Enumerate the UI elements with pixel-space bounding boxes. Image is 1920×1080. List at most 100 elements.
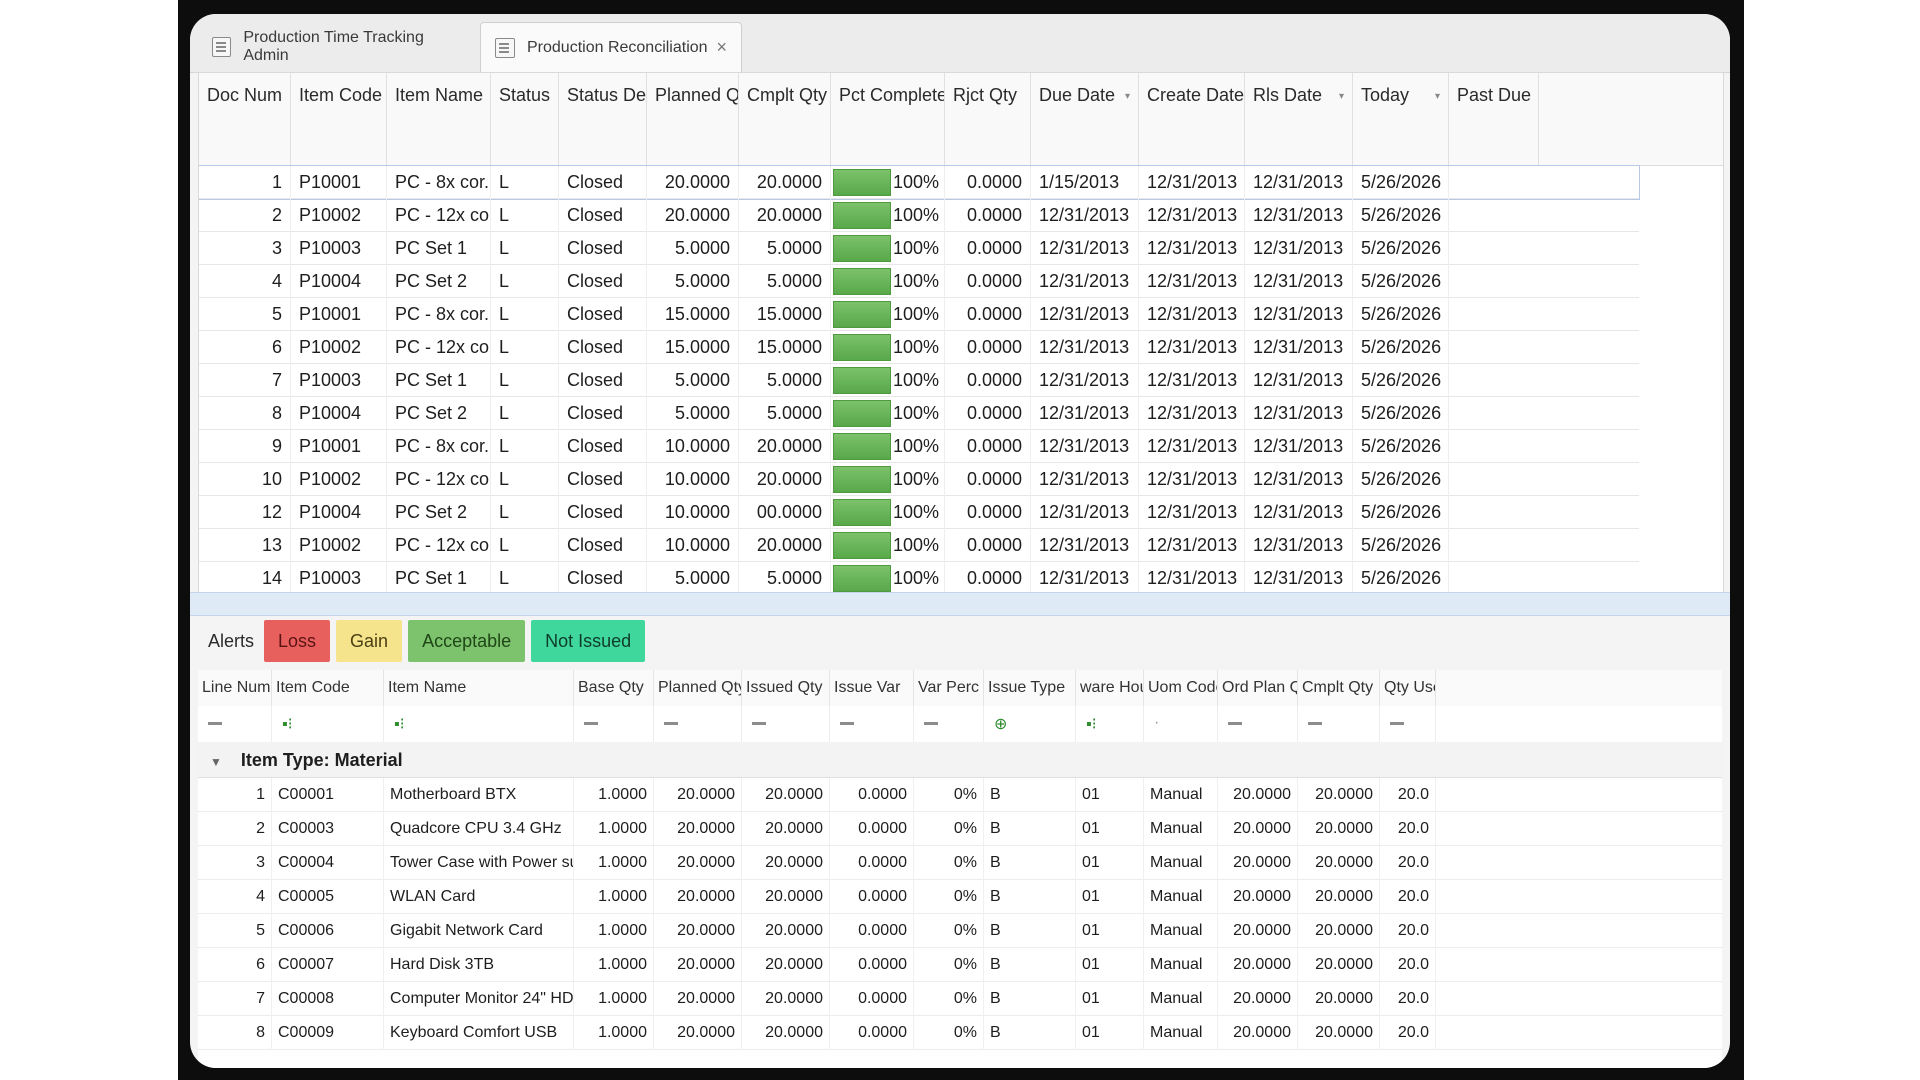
cell-rjct: 0.0000 bbox=[945, 430, 1031, 463]
cell-rls: 12/31/2013 bbox=[1245, 298, 1353, 331]
column-header-item-code[interactable]: Item Code bbox=[291, 73, 387, 165]
table-row[interactable]: 3 P10003 PC Set 1 L Closed 5.0000 5.0000 100% 0.… bbox=[199, 232, 1639, 265]
cell-ordplan: 20.0000 bbox=[1218, 982, 1298, 1016]
table-row[interactable]: 5 C00006 Gigabit Network Card 1.0000 20.0000… bbox=[198, 914, 1722, 948]
splitter[interactable] bbox=[190, 592, 1730, 616]
tab-production-reconciliation[interactable]: Production Reconciliation × bbox=[480, 22, 742, 72]
table-row[interactable]: 9 P10001 PC - 8x cor... L Closed 10.0000 20.00… bbox=[199, 430, 1639, 463]
cell-pct: 100% bbox=[831, 265, 945, 298]
column-header-rjct-qty[interactable]: Rjct Qty bbox=[945, 73, 1031, 165]
table-row[interactable]: 1 C00001 Motherboard BTX 1.0000 20.0000 20.00… bbox=[198, 778, 1722, 812]
column-header-issue-var[interactable]: Issue Var bbox=[830, 670, 914, 706]
table-row[interactable]: 8 P10004 PC Set 2 L Closed 5.0000 5.0000 100% 0.… bbox=[199, 397, 1639, 430]
table-row[interactable]: 3C00004Tower Case with Power supply1.000… bbox=[198, 846, 1722, 880]
table-row[interactable]: 8 C00009 Keyboard Comfort USB 1.0000 20.0000… bbox=[198, 1016, 1722, 1050]
close-icon[interactable]: × bbox=[716, 37, 727, 58]
cell-used: 20.0 bbox=[1380, 914, 1436, 948]
cell-pct: 100% bbox=[831, 529, 945, 562]
filter-cell[interactable] bbox=[1218, 706, 1298, 742]
column-header-ware-house[interactable]: ware House bbox=[1076, 670, 1144, 706]
filter-dash-icon[interactable] bbox=[584, 722, 598, 725]
group-row-item-type[interactable]: ▼ Item Type: Material bbox=[198, 742, 1722, 778]
filter-cell[interactable] bbox=[574, 706, 654, 742]
table-row[interactable]: 6 C00007 Hard Disk 3TB 1.0000 20.0000 20.0000… bbox=[198, 948, 1722, 982]
filter-dash-icon[interactable] bbox=[840, 722, 854, 725]
column-header-status-desc[interactable]: Status Desc bbox=[559, 73, 647, 165]
filter-cell[interactable] bbox=[830, 706, 914, 742]
cell-type: B bbox=[984, 982, 1076, 1016]
column-header-var-perc[interactable]: Var Perc bbox=[914, 670, 984, 706]
table-row[interactable]: 7 P10003 PC Set 1 L Closed 5.0000 5.0000 100% 0.… bbox=[199, 364, 1639, 397]
column-header-cmplt-qty[interactable]: Cmplt Qty bbox=[1298, 670, 1380, 706]
cell-wh: 01 bbox=[1076, 778, 1144, 812]
column-header-today[interactable]: Today ▾ bbox=[1353, 73, 1449, 165]
cell-pct: 100% bbox=[831, 430, 945, 463]
table-row[interactable]: 13P10002PC - 12x co...LClosed10.000020.0… bbox=[199, 529, 1639, 562]
tab-production-time-tracking-admin[interactable]: Production Time Tracking Admin bbox=[198, 22, 478, 72]
column-header-cmplt-qty[interactable]: Cmplt Qty bbox=[739, 73, 831, 165]
column-header-base-qty[interactable]: Base Qty bbox=[574, 670, 654, 706]
filter-text-icon[interactable]: ▪⁝ bbox=[1086, 714, 1097, 734]
column-header-ord-plan-qty[interactable]: Ord Plan Qty bbox=[1218, 670, 1298, 706]
table-row[interactable]: 12 P10004 PC Set 2 L Closed 10.0000 00.0000 100… bbox=[199, 496, 1639, 529]
filter-cell[interactable]: ▪⁝ bbox=[1076, 706, 1144, 742]
column-header-doc-num[interactable]: Doc Num bbox=[199, 73, 291, 165]
filter-dash-icon[interactable] bbox=[208, 722, 222, 725]
table-row[interactable]: 1 P10001 PC - 8x cor... L Closed 20.0000 20.00… bbox=[199, 165, 1640, 200]
cell-cmplt: 20.0000 bbox=[739, 166, 831, 199]
filter-cell[interactable] bbox=[742, 706, 830, 742]
filter-dash-icon[interactable] bbox=[1390, 722, 1404, 725]
filter-cell[interactable] bbox=[1380, 706, 1436, 742]
table-row[interactable]: 7 C00008 Computer Monitor 24" HDMI 1.0000 20… bbox=[198, 982, 1722, 1016]
column-header-item-code[interactable]: Item Code bbox=[272, 670, 384, 706]
table-row[interactable]: 5 P10001 PC - 8x cor... L Closed 15.0000 15.00… bbox=[199, 298, 1639, 331]
filter-equals-icon[interactable]: ⊕ bbox=[994, 714, 1007, 734]
table-row[interactable]: 6P10002PC - 12x co...LClosed15.000015.00… bbox=[199, 331, 1639, 364]
table-row[interactable]: 10P10002PC - 12x co...LClosed10.000020.0… bbox=[199, 463, 1639, 496]
column-header-issued-qty[interactable]: Issued Qty bbox=[742, 670, 830, 706]
column-header-rls-date[interactable]: Rls Date ▾ bbox=[1245, 73, 1353, 165]
filter-dash-icon[interactable] bbox=[1228, 722, 1242, 725]
cell-base: 1.0000 bbox=[574, 1016, 654, 1050]
filter-dash-icon[interactable] bbox=[1308, 722, 1322, 725]
filter-cell[interactable] bbox=[654, 706, 742, 742]
filter-dash-icon[interactable] bbox=[924, 722, 938, 725]
column-header-item-name[interactable]: Item Name bbox=[384, 670, 574, 706]
column-header-item-name[interactable]: Item Name bbox=[387, 73, 491, 165]
column-header-qty-used[interactable]: Qty Used bbox=[1380, 670, 1436, 706]
filter-text-icon[interactable]: ▪⁝ bbox=[282, 714, 293, 734]
column-header-uom-code[interactable]: Uom Code bbox=[1144, 670, 1218, 706]
sort-arrow-icon[interactable]: ▾ bbox=[1339, 91, 1344, 102]
table-row[interactable]: 4 P10004 PC Set 2 L Closed 5.0000 5.0000 100% 0.… bbox=[199, 265, 1639, 298]
table-row[interactable]: 14 P10003 PC Set 1 L Closed 5.0000 5.0000 100% 0… bbox=[199, 562, 1639, 593]
column-header-issue-type[interactable]: Issue Type bbox=[984, 670, 1076, 706]
column-header-line-num[interactable]: Line Num bbox=[198, 670, 272, 706]
filter-dash-icon[interactable] bbox=[664, 722, 678, 725]
column-header-status[interactable]: Status bbox=[491, 73, 559, 165]
table-row[interactable]: 4 C00005 WLAN Card 1.0000 20.0000 20.0000 0.00… bbox=[198, 880, 1722, 914]
table-row[interactable]: 2P10002PC - 12x co...LClosed20.000020.00… bbox=[199, 199, 1639, 232]
filter-cell[interactable]: ▪⁝ bbox=[384, 706, 574, 742]
filter-dot-icon[interactable]: · bbox=[1154, 714, 1159, 732]
material-lines-grid: Line Num Item Code Item Name Base Qty Planne… bbox=[198, 670, 1722, 1068]
column-header-planned-qty[interactable]: Planned Qty bbox=[647, 73, 739, 165]
filter-cell[interactable]: ⊕ bbox=[984, 706, 1076, 742]
filter-cell[interactable]: · bbox=[1144, 706, 1218, 742]
filter-cell[interactable] bbox=[1298, 706, 1380, 742]
chevron-down-icon[interactable]: ▼ bbox=[210, 755, 222, 769]
column-header-planned-qty[interactable]: Planned Qty bbox=[654, 670, 742, 706]
sort-arrow-icon[interactable]: ▾ bbox=[1435, 91, 1440, 102]
filter-cell[interactable]: ▪⁝ bbox=[272, 706, 384, 742]
column-header-due-date[interactable]: Due Date ▾ bbox=[1031, 73, 1139, 165]
column-header-create-date[interactable]: Create Date bbox=[1139, 73, 1245, 165]
column-header-past-due[interactable]: Past Due bbox=[1449, 73, 1539, 165]
filter-cell[interactable] bbox=[198, 706, 272, 742]
cell-uom: Manual bbox=[1144, 914, 1218, 948]
filter-dash-icon[interactable] bbox=[752, 722, 766, 725]
group-label: Item Type: Material bbox=[240, 750, 403, 770]
table-row[interactable]: 2 C00003 Quadcore CPU 3.4 GHz 1.0000 20.0000… bbox=[198, 812, 1722, 846]
filter-text-icon[interactable]: ▪⁝ bbox=[394, 714, 405, 734]
sort-arrow-icon[interactable]: ▾ bbox=[1125, 91, 1130, 102]
filter-cell[interactable] bbox=[914, 706, 984, 742]
column-header-pct-complete[interactable]: Pct Complete bbox=[831, 73, 945, 165]
